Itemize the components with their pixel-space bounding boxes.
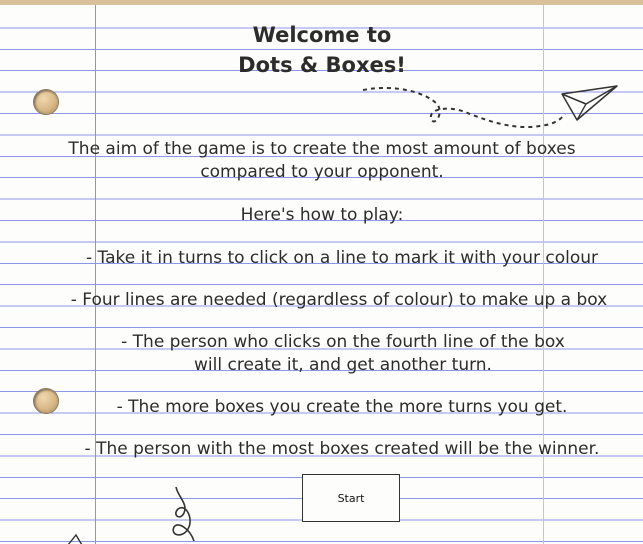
rule-winner: - The person with the most boxes created… — [84, 439, 600, 459]
intro-line-2: compared to your opponent. — [200, 162, 444, 182]
title-line-1: Welcome to — [252, 23, 392, 47]
intro-line-1: The aim of the game is to create the mos… — [68, 139, 576, 159]
rule-four-lines: - Four lines are needed (regardless of c… — [70, 290, 608, 310]
paper-plane-icon — [362, 85, 618, 128]
start-button[interactable]: Start — [302, 474, 400, 522]
punch-hole-top — [34, 90, 58, 114]
doodle-swirl-icon — [67, 486, 195, 544]
notebook-paper — [0, 5, 643, 544]
how-to-play-heading: Here's how to play: — [240, 205, 404, 225]
rule-fourth-line: - The person who clicks on the fourth li… — [121, 332, 565, 352]
rule-more-turns: - The more boxes you create the more tur… — [116, 397, 568, 417]
rule-another-turn: will create it, and get another turn. — [194, 355, 492, 375]
rule-take-turns: - Take it in turns to click on a line to… — [85, 248, 599, 268]
margin-line-left — [95, 5, 96, 544]
title-line-2: Dots & Boxes! — [238, 53, 406, 77]
